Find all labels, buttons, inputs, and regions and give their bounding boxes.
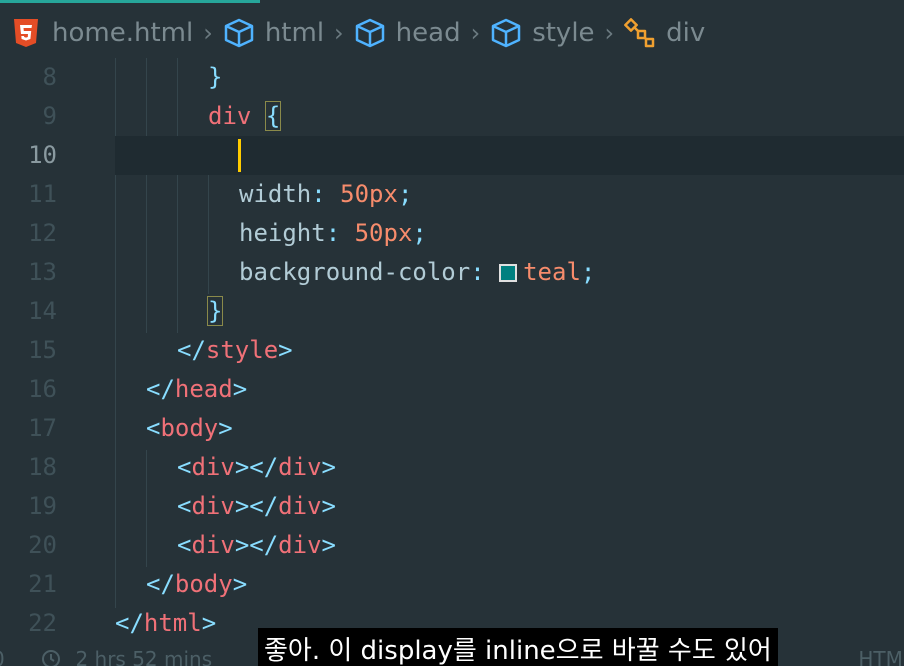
cube-icon xyxy=(355,18,384,48)
css-property: background-color xyxy=(239,258,471,286)
breadcrumb-separator: › xyxy=(470,19,481,47)
code-line[interactable]: 8 } xyxy=(0,58,904,97)
html-tag: div xyxy=(191,453,235,481)
line-number: 18 xyxy=(28,453,57,481)
css-value: 50px xyxy=(340,180,398,208)
code-line-current[interactable]: 10 xyxy=(28,136,904,175)
line-number: 12 xyxy=(28,219,57,247)
breadcrumb-label: html xyxy=(264,18,325,48)
html-tag: div xyxy=(278,492,322,520)
status-time-tracked[interactable]: 2 hrs 52 mins xyxy=(75,647,212,666)
code-line[interactable]: 16 </head> xyxy=(0,370,904,409)
breadcrumb-item-head[interactable]: head xyxy=(354,17,461,49)
code-line[interactable]: 18 <div></div> xyxy=(0,448,904,487)
breadcrumb-item-file[interactable]: home.html xyxy=(10,17,193,49)
breadcrumb-label: style xyxy=(532,18,595,48)
cube-icon xyxy=(224,18,254,48)
brace-matched: } xyxy=(206,296,224,326)
text-cursor xyxy=(238,139,241,172)
css-property: width xyxy=(239,180,312,208)
clock-icon xyxy=(42,650,61,666)
line-number: 8 xyxy=(42,63,57,91)
line-number: 14 xyxy=(28,297,57,325)
code-line[interactable]: 14 } xyxy=(0,292,904,331)
color-swatch[interactable] xyxy=(499,264,518,282)
line-number: 11 xyxy=(28,180,57,208)
html-tag: div xyxy=(278,453,322,481)
brace: } xyxy=(208,63,223,91)
breadcrumb-item-div[interactable]: div xyxy=(624,17,705,49)
line-number: 17 xyxy=(28,414,57,442)
code-editor[interactable]: 8 } 9 div { 10 11 width: 50px; 12 height… xyxy=(0,58,904,666)
status-count: 0 xyxy=(0,647,5,666)
html-tag: div xyxy=(191,531,235,559)
status-language-mode[interactable]: HTML xyxy=(858,647,904,666)
html5-icon xyxy=(14,19,38,47)
css-property: height xyxy=(239,219,326,247)
html-tag: style xyxy=(205,336,279,364)
line-number: 10 xyxy=(28,141,57,169)
code-line[interactable]: 12 height: 50px; xyxy=(0,214,904,253)
breadcrumb-separator: › xyxy=(604,19,615,47)
code-line[interactable]: 20 <div></div> xyxy=(0,526,904,565)
line-number: 16 xyxy=(28,375,57,403)
css-selector-icon xyxy=(624,18,655,48)
video-subtitle: 좋아. 이 display를 inline으로 바꿀 수도 있어 xyxy=(258,628,778,666)
code-line[interactable]: 15 </style> xyxy=(0,331,904,370)
breadcrumb-item-html[interactable]: html xyxy=(223,17,324,49)
breadcrumb: home.html › html › head › style › div xyxy=(0,3,904,63)
code-line[interactable]: 21 </body> xyxy=(0,565,904,604)
line-number: 22 xyxy=(28,609,57,637)
code-line[interactable]: 17 <body> xyxy=(0,409,904,448)
cube-icon xyxy=(491,18,521,48)
line-number: 21 xyxy=(28,570,57,598)
html-tag: head xyxy=(174,375,233,403)
breadcrumb-file-label: home.html xyxy=(52,18,194,48)
css-selector: div xyxy=(208,102,252,130)
breadcrumb-separator: › xyxy=(203,19,213,47)
css-value: teal xyxy=(523,258,581,286)
breadcrumb-separator: › xyxy=(334,19,344,47)
code-line[interactable]: 13 background-color: teal; xyxy=(0,253,904,292)
line-number: 9 xyxy=(42,102,57,130)
breadcrumb-item-style[interactable]: style xyxy=(490,17,595,49)
css-value: 50px xyxy=(354,219,413,247)
html-tag: body xyxy=(174,570,233,598)
code-line[interactable]: 19 <div></div> xyxy=(0,487,904,526)
line-number: 20 xyxy=(28,531,57,559)
status-left: 0 2 hrs 52 mins xyxy=(0,647,212,666)
html-tag: html xyxy=(143,609,202,637)
html-tag: body xyxy=(160,414,219,442)
code-line[interactable]: 11 width: 50px; xyxy=(0,175,904,214)
line-number: 15 xyxy=(28,336,57,364)
brace-matched: { xyxy=(264,101,282,131)
breadcrumb-label: head xyxy=(395,18,461,48)
line-number: 13 xyxy=(28,258,57,286)
html-tag: div xyxy=(278,531,322,559)
breadcrumb-label: div xyxy=(666,18,706,48)
html-tag: div xyxy=(191,492,235,520)
line-number: 19 xyxy=(28,492,57,520)
code-line[interactable]: 9 div { xyxy=(0,97,904,136)
